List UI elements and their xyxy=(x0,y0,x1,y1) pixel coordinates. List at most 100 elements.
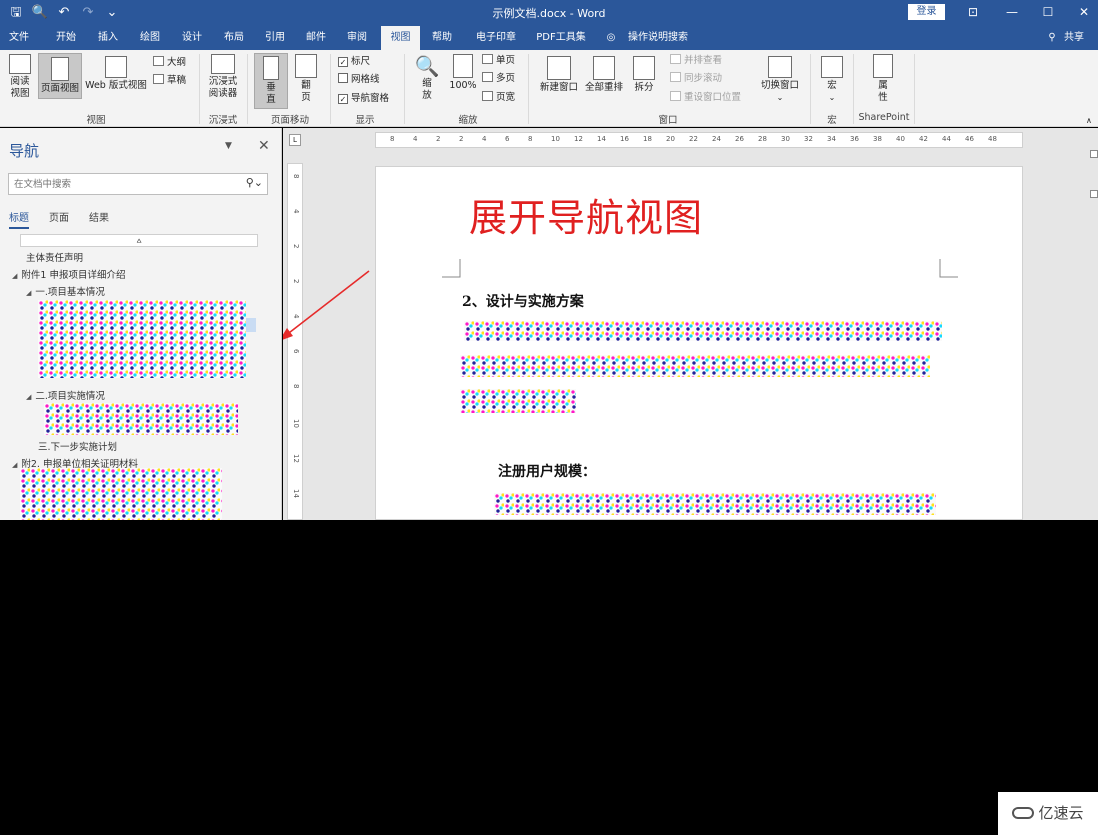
ruler-tick-label: 10 xyxy=(551,135,560,143)
scroll-down-icon[interactable] xyxy=(1090,190,1098,198)
share-button[interactable]: 共享 xyxy=(1060,26,1088,50)
group-separator xyxy=(528,54,529,124)
tab-e-seal[interactable]: 电子印章 xyxy=(468,26,524,50)
expand-triangle-icon[interactable]: ◢ xyxy=(12,272,17,280)
maximize-icon[interactable]: ☐ xyxy=(1030,0,1066,26)
search-input[interactable] xyxy=(9,174,229,194)
tab-draw[interactable]: 绘图 xyxy=(134,26,166,50)
ruler-tick-label: 42 xyxy=(919,135,928,143)
tab-view[interactable]: 视图 xyxy=(381,26,420,50)
side-to-side-button[interactable]: 翻 页 xyxy=(290,54,322,110)
gridlines-checkbox[interactable]: 网格线 xyxy=(338,73,380,87)
print-layout-button[interactable]: 页面视图 xyxy=(38,53,82,99)
search-icon[interactable]: ⚲⌄ xyxy=(246,176,263,189)
scrollbar-thumb[interactable] xyxy=(246,318,256,332)
macros-button[interactable]: 宏 ⌄ xyxy=(816,54,848,110)
immersive-reader-icon xyxy=(211,54,235,74)
ruler-tick-label: 4 xyxy=(292,314,300,319)
minimize-icon[interactable]: — xyxy=(994,0,1030,26)
tab-design[interactable]: 设计 xyxy=(176,26,208,50)
draft-icon xyxy=(153,74,164,84)
zoom-100-button[interactable]: 100% xyxy=(446,54,480,110)
expand-triangle-icon[interactable]: ◢ xyxy=(26,393,31,401)
switch-windows-button[interactable]: 切换窗口 ⌄ xyxy=(757,54,803,110)
page-icon xyxy=(51,57,69,81)
scroll-buttons[interactable] xyxy=(1090,150,1098,210)
ribbon-display-options-icon[interactable]: ⊡ xyxy=(955,0,991,26)
scroll-up-icon[interactable] xyxy=(1090,150,1098,158)
nav-heading-item[interactable]: ◢ 二.项目实施情况 xyxy=(26,388,105,402)
blurred-nav-entries xyxy=(44,403,238,435)
switch-windows-icon xyxy=(768,56,792,78)
synchronous-scrolling-button[interactable]: 同步滚动 xyxy=(670,72,722,86)
arrange-all-button[interactable]: 全部重排 xyxy=(582,54,626,100)
reset-window-position-button[interactable]: 重设窗口位置 xyxy=(670,91,741,105)
zoom-100-icon xyxy=(453,54,473,78)
checkbox-checked-icon: ✓ xyxy=(338,57,348,67)
blurred-nav-entries xyxy=(20,468,222,520)
arrange-all-icon xyxy=(593,56,615,80)
vertical-ruler[interactable]: 8 4 2 2 4 6 8 10 12 14 xyxy=(287,163,303,520)
group-separator xyxy=(914,54,915,124)
ruler-tick-label: 46 xyxy=(965,135,974,143)
expand-triangle-icon[interactable]: ◢ xyxy=(26,289,31,297)
tab-layout[interactable]: 布局 xyxy=(218,26,250,50)
ruler-tick-label: 2 xyxy=(459,135,464,143)
nav-heading-item[interactable]: 三.下一步实施计划 xyxy=(38,439,117,453)
collapse-ribbon-icon[interactable]: ∧ xyxy=(1086,114,1092,128)
outline-button[interactable]: 大纲 xyxy=(153,56,186,70)
tab-mailings[interactable]: 邮件 xyxy=(300,26,332,50)
ruler-tick-label: 4 xyxy=(413,135,418,143)
nav-heading-item[interactable]: 主体责任声明 xyxy=(26,250,83,264)
close-icon[interactable]: ✕ xyxy=(1066,0,1098,26)
ruler-tick-label: 44 xyxy=(942,135,951,143)
web-layout-button[interactable]: Web 版式视图 xyxy=(82,54,150,100)
split-button[interactable]: 拆分 xyxy=(628,54,660,100)
ruler-tick-label: 36 xyxy=(850,135,859,143)
nav-tab-results[interactable]: 结果 xyxy=(89,209,109,224)
dropdown-arrow-icon: ⌄ xyxy=(776,93,784,102)
page-width-button[interactable]: 页宽 xyxy=(482,91,515,105)
immersive-reader-button[interactable]: 沉浸式 阅读器 xyxy=(203,54,243,110)
nav-tab-pages[interactable]: 页面 xyxy=(49,209,69,224)
new-window-button[interactable]: 新建窗口 xyxy=(536,54,582,100)
expand-triangle-icon[interactable]: ◢ xyxy=(12,461,17,469)
tab-review[interactable]: 审阅 xyxy=(341,26,373,50)
ruler-tick-label: 30 xyxy=(781,135,790,143)
tab-insert[interactable]: 插入 xyxy=(92,26,124,50)
zoom-button[interactable]: 🔍 缩 放 xyxy=(410,54,444,110)
view-side-by-side-button[interactable]: 并排查看 xyxy=(670,54,722,68)
collapse-all-button[interactable]: ⩟ xyxy=(20,234,258,247)
tab-selector[interactable]: L xyxy=(289,134,301,146)
checkbox-unchecked-icon xyxy=(338,73,348,83)
close-pane-icon[interactable]: ✕ xyxy=(258,138,270,154)
one-page-button[interactable]: 单页 xyxy=(482,54,515,68)
tell-me-search[interactable]: 操作说明搜索 xyxy=(622,26,694,50)
document-heading: 展开导航视图 xyxy=(469,196,704,240)
pane-options-icon[interactable]: ▼ xyxy=(225,141,232,151)
tab-file[interactable]: 文件 xyxy=(4,26,34,50)
navigation-pane-checkbox[interactable]: ✓ 导航窗格 xyxy=(338,92,389,106)
draft-button[interactable]: 草稿 xyxy=(153,74,186,88)
navigation-pane: 导航 ▼ ✕ ⚲⌄ 标题 页面 结果 ⩟ 主体责任声明 ◢附件1 申报项目详细介… xyxy=(0,128,282,520)
nav-tab-headings[interactable]: 标题 xyxy=(9,209,29,229)
login-button[interactable]: 登录 xyxy=(908,4,945,20)
ruler-tick-label: 14 xyxy=(292,489,300,498)
search-box: ⚲⌄ xyxy=(8,173,268,195)
tab-pdf-tools[interactable]: PDF工具集 xyxy=(530,26,592,50)
document-page[interactable]: 展开导航视图 2、设计与实施方案 注册用户规模： xyxy=(375,166,1023,520)
tab-help[interactable]: 帮助 xyxy=(426,26,458,50)
tab-references[interactable]: 引用 xyxy=(259,26,291,50)
tab-home[interactable]: 开始 xyxy=(50,26,82,50)
checkbox-checked-icon: ✓ xyxy=(338,94,348,104)
read-mode-button[interactable]: 阅读 视图 xyxy=(4,54,36,110)
vertical-button[interactable]: 垂 直 xyxy=(254,53,288,109)
horizontal-ruler[interactable]: 8 4 2 2 4 6 8 10 12 14 16 18 20 22 24 26 28 30 32 34 36 38 40 4… xyxy=(375,132,1023,148)
ruler-tick-label: 8 xyxy=(292,174,300,179)
ruler-checkbox[interactable]: ✓ 标尺 xyxy=(338,55,370,69)
nav-heading-item[interactable]: ◢ 一.项目基本情况 xyxy=(26,284,105,298)
multiple-pages-button[interactable]: 多页 xyxy=(482,72,515,86)
ruler-tick-label: 10 xyxy=(292,419,300,428)
nav-heading-item[interactable]: ◢ 附件1 申报项目详细介绍 xyxy=(12,267,125,281)
properties-button[interactable]: 属 性 xyxy=(866,54,900,110)
